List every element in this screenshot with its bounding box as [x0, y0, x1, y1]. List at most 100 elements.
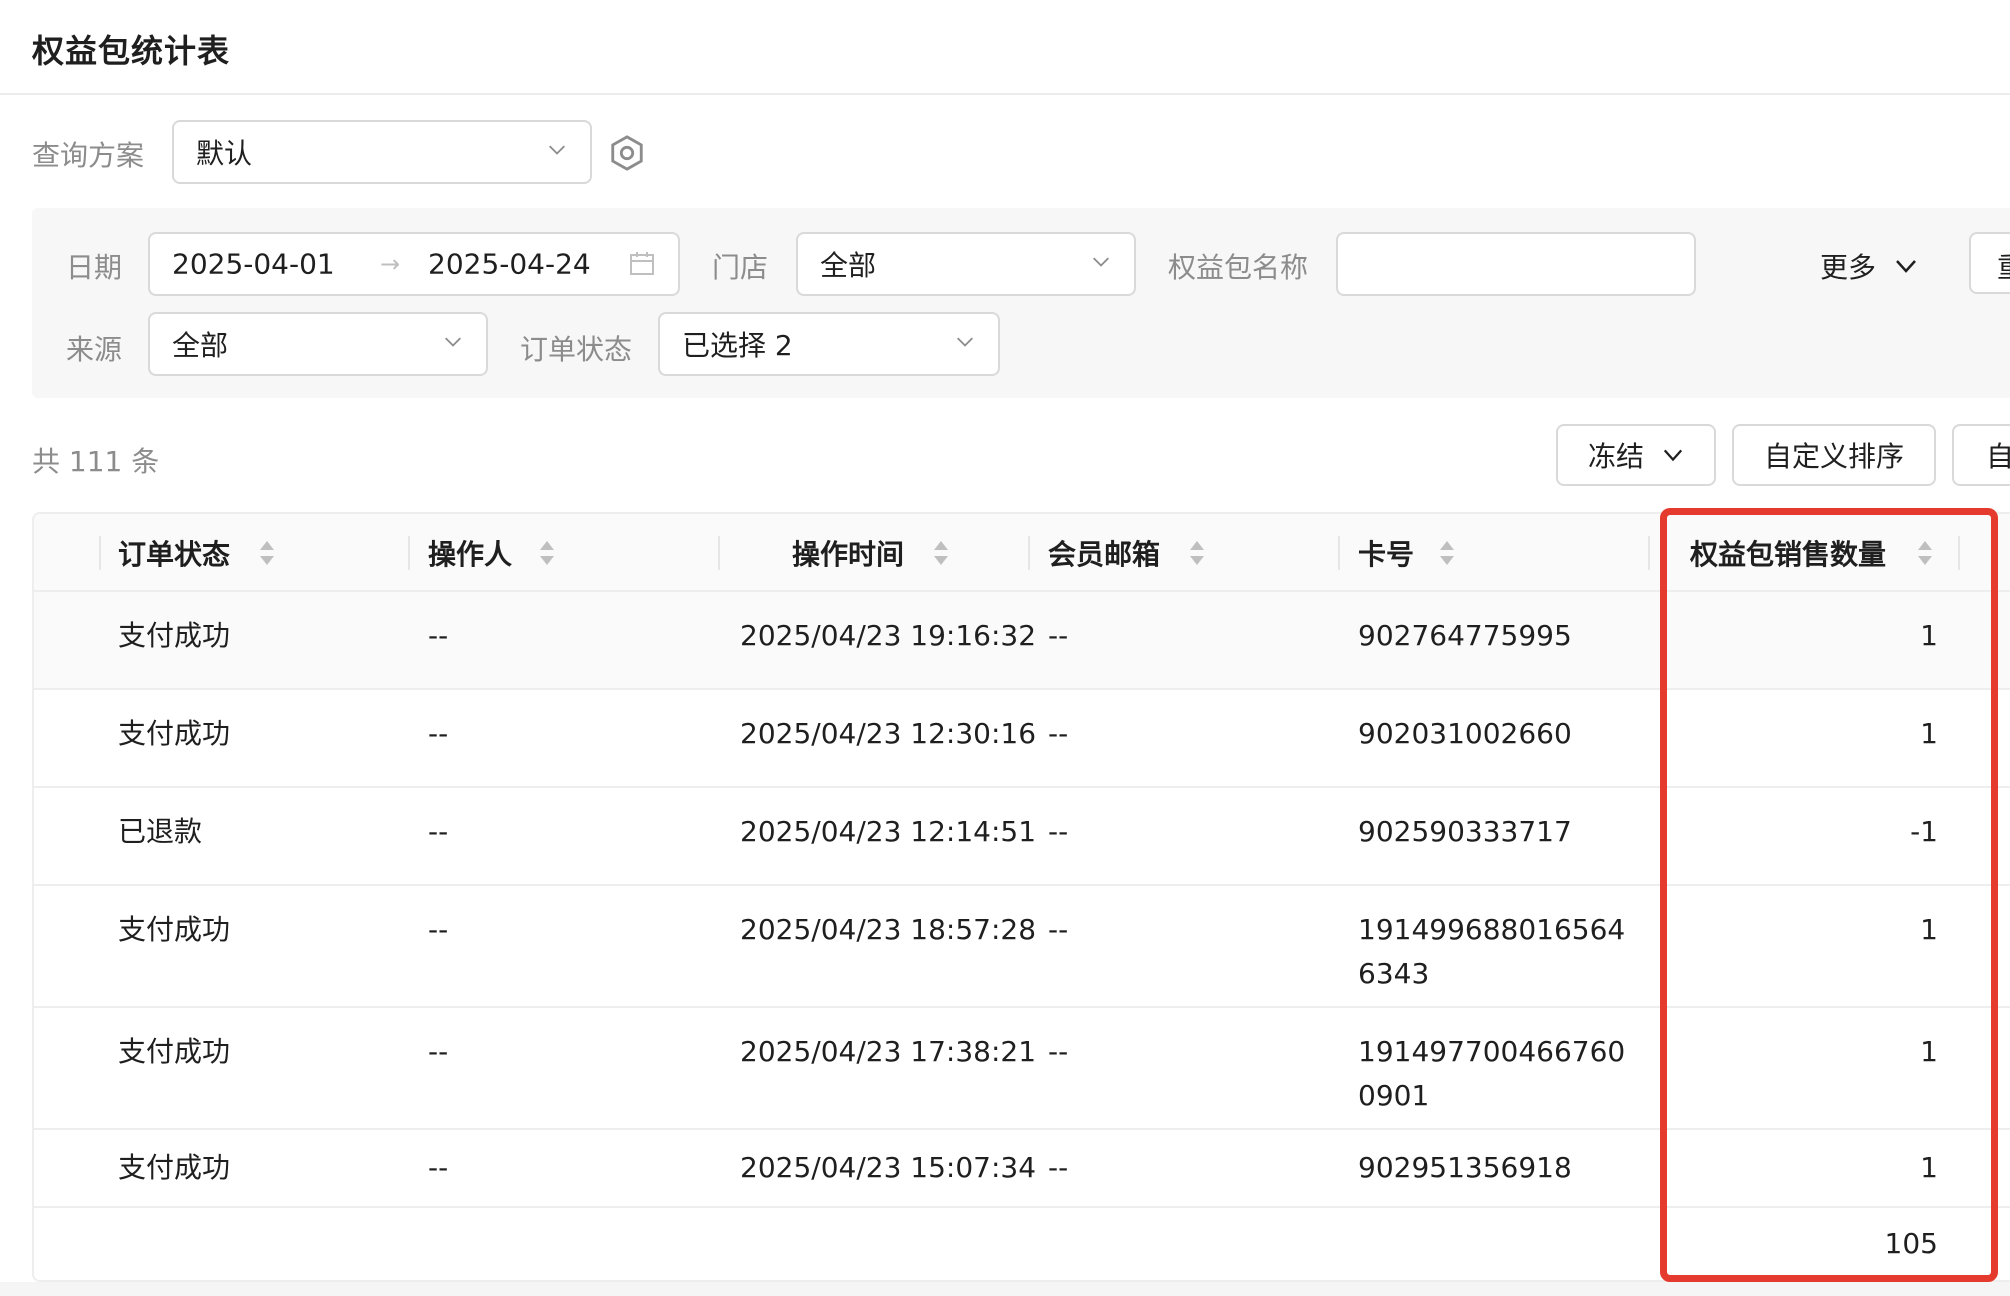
col-header-label: 卡号 [1358, 538, 1415, 571]
col-header-package-sales-qty[interactable]: 权益包销售数量 [1690, 514, 1990, 592]
sort-icon[interactable] [1188, 538, 1206, 568]
cell-package-sales-qty: 1 [1920, 913, 1938, 946]
source-select[interactable]: 全部 [148, 312, 488, 376]
header-separator [408, 536, 410, 570]
cell-order-status: 支付成功 [118, 913, 231, 946]
reset-button[interactable]: 重 [1969, 232, 2010, 294]
package-name-input[interactable] [1336, 232, 1696, 296]
col-header-operation-time[interactable]: 操作时间 [792, 514, 1032, 592]
header-separator [1648, 536, 1650, 570]
summary-row: 105 [34, 1208, 2010, 1280]
gear-icon[interactable] [608, 134, 646, 172]
query-scheme-select[interactable]: 默认 [172, 120, 592, 184]
date-range-arrow: → [380, 250, 401, 278]
cell-order-status: 已退款 [118, 815, 203, 848]
cell-order-status: 支付成功 [118, 717, 231, 750]
page-title: 权益包统计表 [32, 32, 231, 70]
col-header-label: 操作人 [428, 538, 513, 571]
cell-operation-time: 2025/04/23 12:14:51 [740, 815, 1037, 848]
cell-card-number: 1914977004667600901 [1358, 1035, 1626, 1112]
more-filters-label: 更多 [1820, 251, 1877, 284]
chevron-down-icon [1093, 257, 1109, 267]
chevron-down-icon [1663, 449, 1683, 462]
cell-card-number: 902951356918 [1358, 1151, 1572, 1184]
cell-order-status: 支付成功 [118, 1151, 231, 1184]
cell-member-email: -- [1048, 913, 1069, 946]
store-value: 全部 [820, 249, 877, 282]
cell-operator: -- [428, 619, 449, 652]
cell-package-sales-qty: -1 [1910, 815, 1938, 848]
col-header-label: 权益包销售数量 [1690, 538, 1887, 571]
page: 权益包统计表 查询方案 默认 日期 2025-04-01 → 2025-04-2… [0, 0, 2010, 1296]
sort-icon[interactable] [1916, 538, 1934, 568]
col-header-operator[interactable]: 操作人 [428, 514, 728, 592]
table-row[interactable]: 支付成功 -- 2025/04/23 19:16:32 -- 902764775… [34, 592, 2010, 690]
chevron-down-icon [549, 145, 565, 155]
store-select[interactable]: 全部 [796, 232, 1136, 296]
cell-operation-time: 2025/04/23 17:38:21 [740, 1035, 1037, 1068]
more-filters-toggle[interactable]: 更多 [1820, 246, 1916, 286]
sort-icon[interactable] [932, 538, 950, 568]
custom-columns-button[interactable]: 自 [1952, 424, 2010, 486]
source-value: 全部 [172, 329, 229, 362]
cell-operation-time: 2025/04/23 19:16:32 [740, 619, 1037, 652]
bottom-scrollbar-track[interactable] [0, 1282, 2010, 1296]
cell-member-email: -- [1048, 815, 1069, 848]
chevron-down-icon [445, 337, 461, 347]
order-status-select[interactable]: 已选择 2 [658, 312, 1000, 376]
calendar-icon [630, 252, 654, 275]
cell-order-status: 支付成功 [118, 619, 231, 652]
col-header-label: 操作时间 [792, 538, 905, 571]
store-label: 门店 [712, 251, 769, 284]
table-row[interactable]: 支付成功 -- 2025/04/23 17:38:21 -- 191497700… [34, 1008, 2010, 1130]
cell-card-number: 902764775995 [1358, 619, 1572, 652]
package-name-label: 权益包名称 [1168, 251, 1309, 284]
cell-package-sales-qty: 1 [1920, 1151, 1938, 1184]
table-row[interactable]: 支付成功 -- 2025/04/23 15:07:34 -- 902951356… [34, 1130, 2010, 1208]
cell-card-number: 902031002660 [1358, 717, 1572, 750]
col-header-label: 会员邮箱 [1048, 538, 1161, 571]
sort-icon[interactable] [538, 538, 556, 568]
custom-columns-label: 自 [1986, 435, 2010, 475]
col-header-member-email[interactable]: 会员邮箱 [1048, 514, 1348, 592]
cell-package-sales-qty: 1 [1920, 619, 1938, 652]
cell-operation-time: 2025/04/23 12:30:16 [740, 717, 1037, 750]
date-start-value: 2025-04-01 [172, 247, 335, 281]
total-count: 共 111 条 [32, 445, 160, 478]
cell-order-status: 支付成功 [118, 1035, 231, 1068]
header-separator [99, 536, 101, 570]
col-header-order-status[interactable]: 订单状态 [118, 514, 418, 592]
cell-operator: -- [428, 717, 449, 750]
date-range-picker[interactable]: 2025-04-01 → 2025-04-24 [148, 232, 680, 296]
header-separator [718, 536, 720, 570]
order-status-value: 已选择 2 [682, 329, 793, 362]
reset-button-label: 重 [1997, 246, 2010, 286]
chevron-down-icon [957, 337, 973, 347]
summary-package-sales-qty: 105 [1884, 1227, 1938, 1260]
cell-package-sales-qty: 1 [1920, 1035, 1938, 1068]
table-row[interactable]: 已退款 -- 2025/04/23 12:14:51 -- 9025903337… [34, 788, 2010, 886]
date-label: 日期 [66, 251, 123, 284]
cell-operation-time: 2025/04/23 18:57:28 [740, 913, 1037, 946]
header-separator [1958, 536, 1960, 570]
custom-sort-button[interactable]: 自定义排序 [1732, 424, 1936, 486]
cell-member-email: -- [1048, 717, 1069, 750]
table-row[interactable]: 支付成功 -- 2025/04/23 12:30:16 -- 902031002… [34, 690, 2010, 788]
table-header: 订单状态 操作人 操作时间 会员邮箱 卡号 权益包销售数量 [34, 514, 2010, 592]
freeze-button[interactable]: 冻结 [1556, 424, 1716, 486]
cell-operator: -- [428, 1035, 449, 1068]
data-table: 订单状态 操作人 操作时间 会员邮箱 卡号 权益包销售数量 支付成功 -- 20… [32, 512, 2010, 1282]
cell-card-number: 902590333717 [1358, 815, 1572, 848]
chevron-down-icon [1896, 260, 1916, 273]
cell-operator: -- [428, 1151, 449, 1184]
source-label: 来源 [66, 333, 123, 366]
sort-icon[interactable] [1438, 538, 1456, 568]
query-scheme-value: 默认 [196, 137, 253, 170]
col-header-card-number[interactable]: 卡号 [1358, 514, 1658, 592]
header-separator [1338, 536, 1340, 570]
table-row[interactable]: 支付成功 -- 2025/04/23 18:57:28 -- 191499688… [34, 886, 2010, 1008]
header-separator [1028, 536, 1030, 570]
cell-card-number: 1914996880165646343 [1358, 913, 1626, 990]
cell-member-email: -- [1048, 619, 1069, 652]
sort-icon[interactable] [258, 538, 276, 568]
